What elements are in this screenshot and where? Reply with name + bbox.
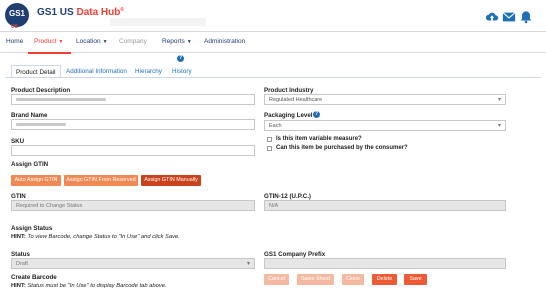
envelope-icon[interactable]	[502, 10, 516, 24]
nav-product[interactable]: Product ▼	[34, 38, 63, 45]
status-value: Draft	[16, 261, 28, 267]
nav-company: Company	[119, 38, 147, 45]
product-industry-select[interactable]: Regulated Healthcare ▾	[264, 94, 506, 105]
hint-text: To view Barcode, change Status to "In Us…	[27, 234, 180, 240]
nav-home-label: Home	[6, 38, 24, 45]
sku-label: SKU	[11, 138, 25, 145]
nav-location[interactable]: Location ▼	[76, 38, 108, 45]
purchased-by-consumer-label: Can this item be purchased by the consum…	[276, 145, 408, 151]
hint-text: Status must be "In Use" to display Barco…	[27, 283, 167, 289]
nav-company-label: Company	[119, 38, 147, 45]
nav-location-label: Location	[76, 38, 101, 45]
variable-measure-checkbox[interactable]	[267, 137, 272, 142]
status-label: Status	[11, 251, 30, 258]
gtin12-input: N/A	[264, 200, 506, 211]
nav-administration-label: Administration	[204, 38, 246, 45]
nav-reports-label: Reports	[162, 38, 185, 45]
nav-product-label: Product	[34, 38, 57, 45]
bell-icon[interactable]	[519, 10, 533, 24]
sales-sheet-button[interactable]: Sales Sheet	[297, 274, 334, 285]
brand-accent: Data Hub	[76, 7, 121, 18]
tab-label: History	[172, 68, 192, 75]
chevron-down-icon: ▾	[497, 123, 501, 129]
redacted-company-name	[110, 18, 206, 26]
assign-gtin-manually-button[interactable]: Assign GTIN Manually	[141, 175, 201, 186]
packaging-level-label: Packaging Level	[264, 112, 313, 119]
chevron-down-icon: ▾	[246, 261, 250, 267]
assign-status-hint: HINT: To view Barcode, change Status to …	[11, 234, 180, 240]
assign-gtin-label: Assign GTIN	[11, 161, 49, 168]
assign-gtin-from-reserved-button[interactable]: Assign GTIN From Reserved	[64, 175, 138, 186]
help-icon[interactable]: ?	[177, 55, 184, 62]
variable-measure-label: Is this item variable measure?	[276, 136, 362, 142]
create-barcode-label: Create Barcode	[11, 274, 57, 281]
page-title	[0, 54, 180, 61]
company-prefix-label: GS1 Company Prefix	[264, 251, 326, 258]
assign-status-label: Assign Status	[11, 225, 53, 232]
brand-name-input[interactable]	[11, 119, 255, 130]
chevron-down-icon: ▼	[186, 39, 192, 45]
app-header: GS1 US GS1 US Data Hub®	[0, 0, 546, 31]
help-icon[interactable]: ?	[313, 111, 320, 118]
hint-prefix: HINT:	[11, 283, 26, 289]
status-select: Draft ▾	[11, 258, 255, 269]
logo-text: GS1	[9, 9, 26, 18]
main-nav: Home Product ▼ Location ▼ Company Reports ▼…	[0, 31, 546, 54]
product-industry-label: Product Industry	[264, 87, 314, 94]
packaging-level-value: Each	[269, 123, 282, 129]
nav-reports[interactable]: Reports ▼	[162, 38, 192, 45]
tab-label: Product Detail	[16, 69, 56, 76]
chevron-down-icon: ▼	[58, 39, 64, 45]
delete-button[interactable]: Delete	[372, 274, 397, 285]
sku-input[interactable]	[11, 145, 255, 156]
hint-prefix: HINT:	[11, 234, 26, 240]
tabs-divider	[5, 77, 541, 78]
tab-label: Hierarchy	[135, 68, 162, 75]
product-description-label: Product Description	[11, 87, 71, 94]
brand-name-label: Brand Name	[11, 112, 48, 119]
gtin-label: GTIN	[11, 193, 26, 200]
packaging-level-select[interactable]: Each ▾	[264, 120, 506, 131]
brand-main: GS1 US	[37, 7, 77, 18]
tab-label: Additional Information	[66, 68, 127, 75]
logo-sub: US	[11, 24, 18, 30]
company-prefix-input	[264, 258, 506, 269]
gtin12-label: GTIN-12 (U.P.C.)	[264, 193, 311, 200]
auto-assign-gtin-button[interactable]: Auto Assign GTIN	[11, 175, 61, 186]
chevron-down-icon: ▼	[102, 39, 108, 45]
clone-button[interactable]: Clone	[342, 274, 364, 285]
cancel-button[interactable]: Cancel	[264, 274, 289, 285]
chevron-down-icon: ▾	[497, 97, 501, 103]
cloud-upload-icon[interactable]	[485, 10, 499, 24]
brand-reg: ®	[120, 7, 125, 13]
purchased-by-consumer-checkbox[interactable]	[267, 146, 272, 151]
product-description-input[interactable]	[11, 94, 255, 105]
nav-home[interactable]: Home	[6, 38, 23, 45]
save-button[interactable]: Save	[404, 274, 427, 285]
gtin-input: Required to Change Status	[11, 200, 255, 211]
create-barcode-hint: HINT: Status must be "In Use" to display…	[11, 283, 167, 289]
nav-administration[interactable]: Administration	[204, 38, 245, 45]
product-industry-value: Regulated Healthcare	[269, 97, 323, 103]
app-title: GS1 US Data Hub®	[37, 7, 124, 18]
